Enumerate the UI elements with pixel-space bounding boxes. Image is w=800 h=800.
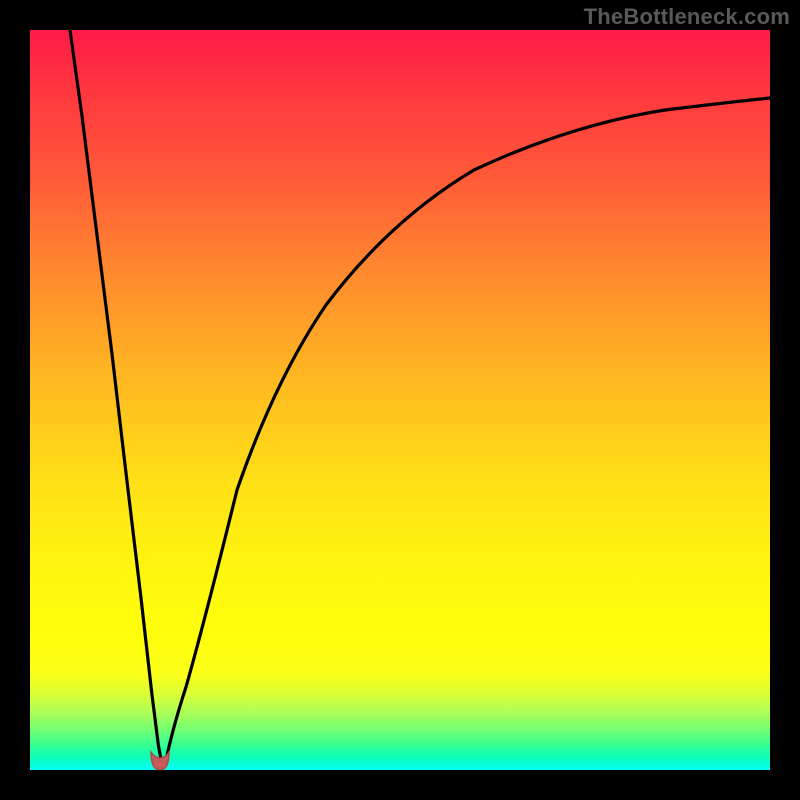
plot-area xyxy=(30,30,770,770)
left-branch-curve xyxy=(70,30,162,765)
curve-layer xyxy=(30,30,770,770)
chart-frame: TheBottleneck.com xyxy=(0,0,800,800)
watermark-text: TheBottleneck.com xyxy=(584,4,790,30)
minimum-bead xyxy=(147,748,173,770)
right-branch-curve xyxy=(165,98,770,765)
